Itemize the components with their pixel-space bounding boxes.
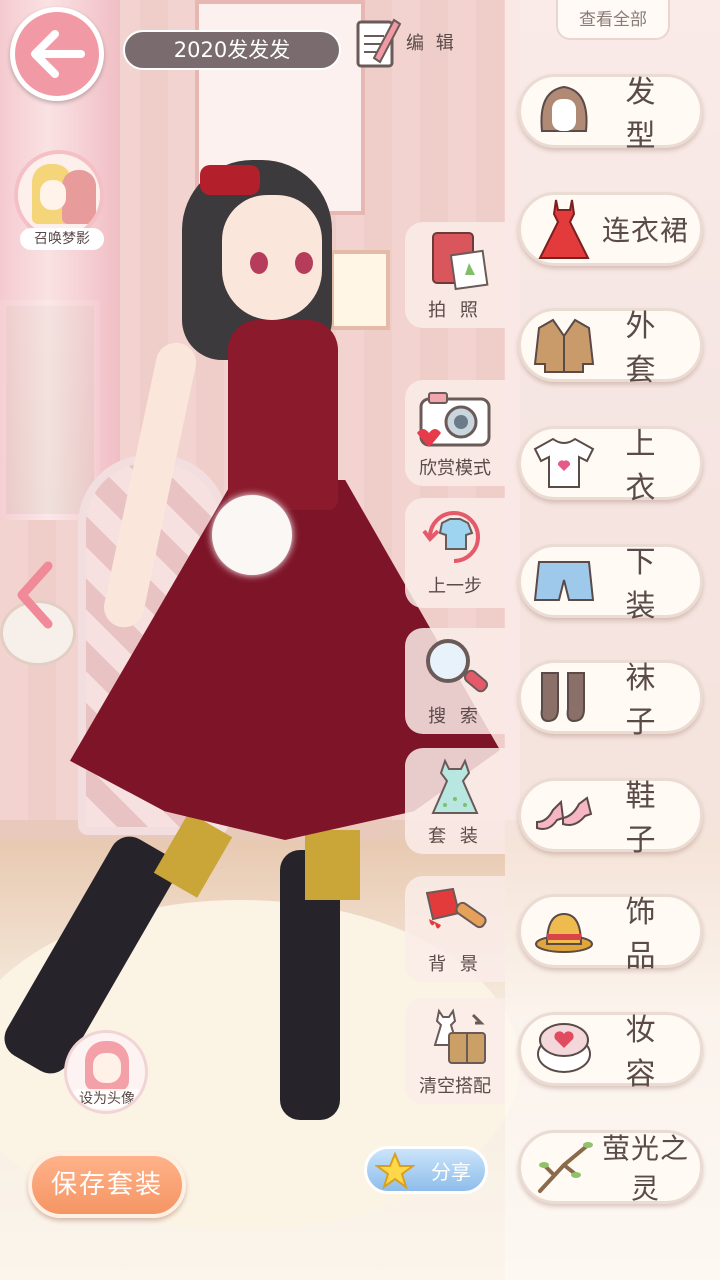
hairstyle-icon xyxy=(540,85,588,132)
hat-accessory-icon xyxy=(535,912,593,953)
undo-shirt-icon xyxy=(422,511,480,563)
coat-icon xyxy=(533,318,595,373)
category-accessories[interactable]: 饰 品 xyxy=(518,894,703,974)
share-label: 分享 xyxy=(431,1159,471,1184)
shorts-icon xyxy=(533,561,595,601)
character-dress-bodice xyxy=(228,320,338,510)
set-as-avatar-button[interactable]: 设为头像 xyxy=(64,1030,148,1114)
category-label: 妆 容 xyxy=(625,1013,666,1092)
clear-outfit-button[interactable]: 清空搭配 xyxy=(405,998,505,1104)
chevron-left-icon xyxy=(17,561,53,629)
character-hair-bow xyxy=(200,165,260,195)
outfit-set-icon xyxy=(431,758,479,814)
outfit-set-label: 套 装 xyxy=(428,826,482,847)
photo-button[interactable]: 拍 照 xyxy=(405,222,505,328)
edit-label: 编 辑 xyxy=(406,33,457,54)
character-sock-right xyxy=(305,830,360,900)
branch-icon xyxy=(538,1142,593,1193)
paint-brush-icon xyxy=(425,887,487,929)
tshirt-icon xyxy=(533,437,595,488)
character-fur-purse xyxy=(212,495,292,575)
undo-label: 上一步 xyxy=(428,576,482,597)
category-firefly-spirit[interactable]: 萤光之灵 xyxy=(518,1130,703,1205)
category-bottoms[interactable]: 下 装 xyxy=(518,544,703,624)
category-coat[interactable]: 外 套 xyxy=(518,308,703,388)
category-label: 饰 品 xyxy=(625,895,666,974)
clear-wardrobe-icon xyxy=(433,1008,486,1064)
dress-icon xyxy=(538,199,590,259)
avatar-face xyxy=(93,1053,121,1083)
category-label: 连衣裙 xyxy=(601,214,689,247)
category-label: 下 装 xyxy=(625,545,666,624)
category-dress[interactable]: 连衣裙 xyxy=(518,192,703,266)
background-button[interactable]: 背 景 xyxy=(405,876,505,982)
star-icon xyxy=(375,1151,415,1190)
socks-icon xyxy=(540,672,585,723)
category-hairstyle[interactable]: 发 型 xyxy=(518,74,703,154)
share-button[interactable]: 分享 xyxy=(364,1146,488,1194)
category-shoes[interactable]: 鞋 子 xyxy=(518,778,703,858)
clear-outfit-label: 清空搭配 xyxy=(419,1076,491,1097)
background-label: 背 景 xyxy=(428,954,482,975)
set-as-avatar-label: 设为头像 xyxy=(71,1089,143,1109)
back-button[interactable] xyxy=(10,7,104,101)
previous-scene-arrow[interactable] xyxy=(14,560,54,630)
category-label: 发 型 xyxy=(625,75,666,154)
category-label: 萤光之灵 xyxy=(601,1132,689,1205)
makeup-compact-icon xyxy=(537,1023,591,1073)
outfit-set-button[interactable]: 套 装 xyxy=(405,748,505,854)
category-label: 鞋 子 xyxy=(625,779,666,858)
picture-frame xyxy=(330,250,390,330)
edit-button[interactable]: 编 辑 xyxy=(354,12,464,72)
category-makeup[interactable]: 妆 容 xyxy=(518,1012,703,1092)
character-eye-left xyxy=(250,252,268,274)
summon-portrait xyxy=(14,150,104,240)
magnifier-icon xyxy=(426,639,489,693)
search-label: 搜 索 xyxy=(428,706,482,727)
appreciate-mode-label: 欣赏模式 xyxy=(419,458,491,479)
category-label: 外 套 xyxy=(625,309,666,388)
appreciate-mode-button[interactable]: 欣赏模式 xyxy=(405,380,505,486)
photo-album-icon xyxy=(432,232,489,291)
outfit-name-field[interactable]: 2020发发发 xyxy=(123,30,341,70)
category-top[interactable]: 上 衣 xyxy=(518,426,703,506)
undo-button[interactable]: 上一步 xyxy=(405,498,505,608)
character-eye-right xyxy=(295,252,313,274)
summon-label: 召唤梦影 xyxy=(20,228,104,250)
category-label: 袜 子 xyxy=(625,661,666,740)
save-outfit-button[interactable]: 保存套装 xyxy=(28,1152,186,1218)
category-label: 上 衣 xyxy=(625,427,666,506)
camera-icon xyxy=(417,392,491,447)
summon-dream-button[interactable]: 召唤梦影 xyxy=(14,150,110,250)
category-socks[interactable]: 袜 子 xyxy=(518,660,703,740)
arrow-left-icon xyxy=(31,30,85,78)
search-button[interactable]: 搜 索 xyxy=(405,628,505,734)
view-all-button[interactable]: 查看全部 xyxy=(556,0,670,40)
photo-label: 拍 照 xyxy=(428,300,482,321)
pencil-notepad-icon xyxy=(356,18,402,68)
high-heels-icon xyxy=(536,796,593,830)
